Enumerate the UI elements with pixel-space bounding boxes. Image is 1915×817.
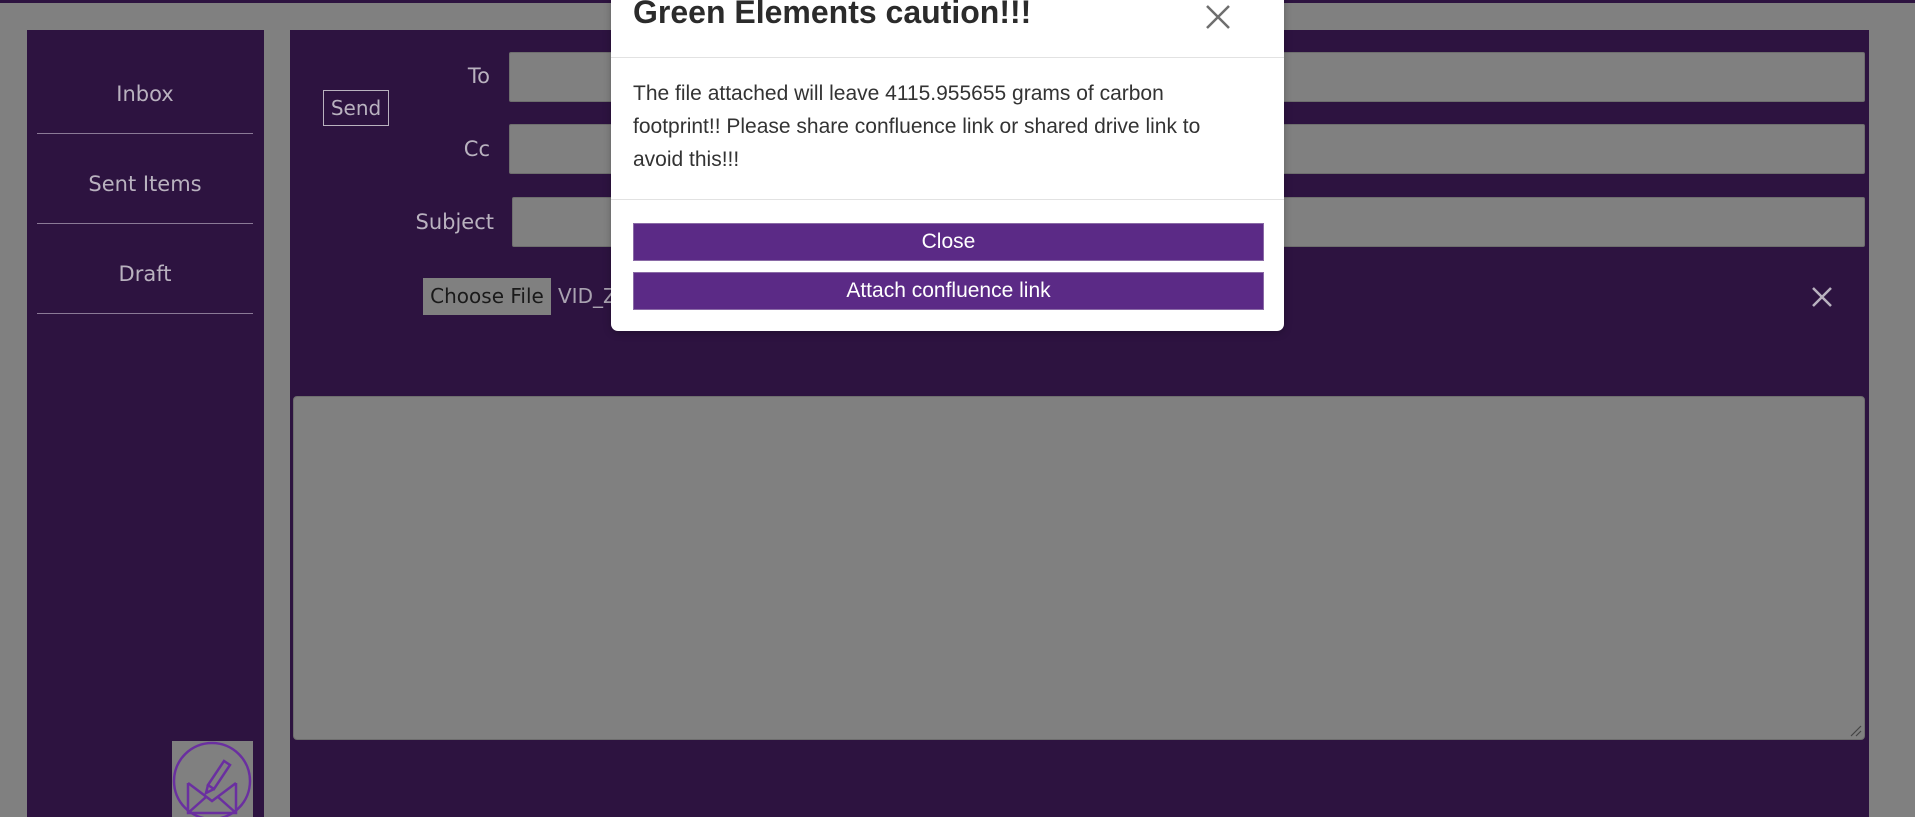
close-icon — [1812, 287, 1832, 307]
sidebar-item-draft[interactable]: Draft — [37, 235, 253, 314]
modal-header-divider — [611, 57, 1284, 58]
close-button[interactable]: Close — [633, 223, 1264, 261]
modal-title: Green Elements caution!!! — [633, 0, 1032, 30]
modal-close-button[interactable] — [1201, 0, 1235, 34]
sidebar-item-inbox[interactable]: Inbox — [37, 55, 253, 134]
attach-confluence-link-button[interactable]: Attach confluence link — [633, 272, 1264, 310]
subject-label: Subject — [415, 210, 494, 234]
remove-attachment-button[interactable] — [1808, 283, 1836, 311]
cc-label: Cc — [463, 137, 490, 161]
sidebar: Inbox Sent Items Draft — [27, 30, 264, 817]
caution-modal: Green Elements caution!!! The file attac… — [611, 0, 1284, 331]
sidebar-item-sent-items[interactable]: Sent Items — [37, 145, 253, 224]
attached-file-name: VID_Z — [558, 284, 617, 308]
message-body-textarea[interactable] — [293, 396, 1865, 740]
choose-file-button[interactable]: Choose File — [423, 278, 551, 315]
to-label: To — [467, 64, 490, 88]
compose-button[interactable] — [172, 741, 253, 817]
resize-grip-icon[interactable] — [1848, 723, 1862, 737]
send-button[interactable]: Send — [323, 90, 389, 126]
email-client-page: Inbox Sent Items Draft Send To Cc Subjec… — [0, 0, 1915, 817]
compose-mail-icon — [172, 741, 252, 817]
modal-message: The file attached will leave 4115.955655… — [633, 82, 1201, 171]
close-icon — [1206, 5, 1230, 29]
modal-footer-divider — [611, 199, 1284, 200]
